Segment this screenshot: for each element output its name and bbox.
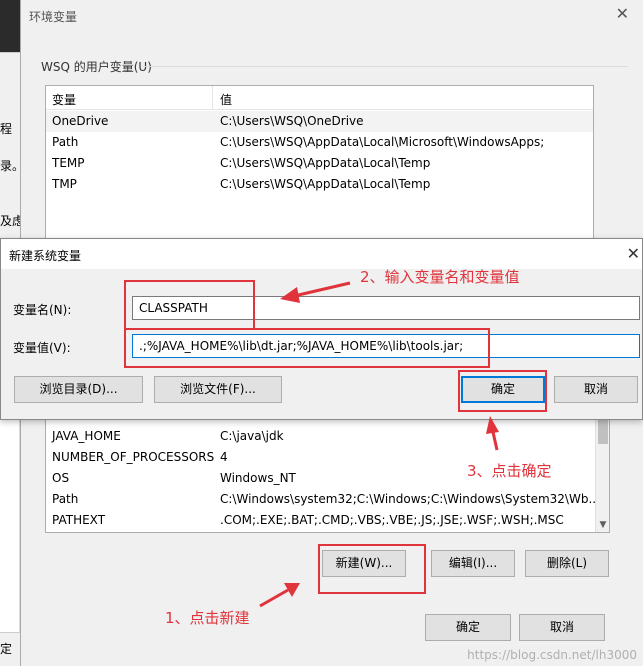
delete-button[interactable]: 删除(L)	[525, 550, 609, 577]
highlight-box-new	[318, 544, 426, 594]
highlight-box-variable-value	[124, 328, 490, 368]
variable-value-label: 变量值(V):	[13, 341, 71, 355]
row-name: OS	[52, 471, 70, 485]
close-icon[interactable]: ✕	[627, 244, 640, 263]
row-name: OneDrive	[52, 114, 109, 128]
row-value: 4	[220, 450, 228, 464]
env-cancel-button[interactable]: 取消	[519, 614, 605, 641]
row-value: Windows_NT	[220, 471, 296, 485]
row-name: JAVA_HOME	[52, 429, 121, 443]
background-text-fragment: 定	[0, 642, 13, 656]
table-row[interactable]: Path C:\Windows\system32;C:\Windows;C:\W…	[46, 489, 609, 510]
list-header: 变量 值	[46, 86, 593, 110]
row-name: Path	[52, 135, 79, 149]
table-row[interactable]: OneDrive C:\Users\WSQ\OneDrive	[46, 111, 593, 132]
row-value: C:\java\jdk	[220, 429, 284, 443]
column-separator	[212, 86, 213, 110]
row-value: C:\Users\WSQ\AppData\Local\Microsoft\Win…	[220, 135, 545, 149]
background-text-fragment: 程	[0, 122, 13, 136]
chevron-down-icon[interactable]: ▼	[596, 520, 610, 530]
row-value: C:\Users\WSQ\AppData\Local\Temp	[220, 177, 431, 191]
dialog-cancel-button[interactable]: 取消	[554, 376, 638, 403]
row-name: Path	[52, 492, 79, 506]
row-value: .COM;.EXE;.BAT;.CMD;.VBS;.VBE;.JS;.JSE;.…	[220, 513, 564, 527]
row-value: C:\Users\WSQ\AppData\Local\Temp	[220, 156, 431, 170]
group-divider	[143, 66, 628, 67]
window-title: 环境变量	[29, 10, 78, 24]
annotation-step-2: 2、输入变量名和变量值	[360, 268, 520, 286]
row-name: PATHEXT	[52, 513, 106, 527]
highlight-box-ok	[458, 370, 547, 412]
browse-directory-button[interactable]: 浏览目录(D)...	[14, 376, 143, 403]
row-name: NUMBER_OF_PROCESSORS	[52, 450, 215, 464]
annotation-step-3: 3、点击确定	[467, 462, 552, 480]
annotation-step-1: 1、点击新建	[165, 609, 250, 627]
variable-name-label: 变量名(N):	[13, 303, 72, 317]
table-row[interactable]: JAVA_HOME C:\java\jdk	[46, 426, 609, 447]
env-ok-button[interactable]: 确定	[425, 614, 511, 641]
dialog-titlebar: 新建系统变量 ✕	[1, 239, 642, 269]
table-row[interactable]: TEMP C:\Users\WSQ\AppData\Local\Temp	[46, 153, 593, 174]
column-header-variable[interactable]: 变量	[52, 91, 76, 108]
vertical-scrollbar[interactable]: ▼	[595, 406, 609, 532]
column-header-value[interactable]: 值	[220, 91, 232, 108]
row-value: C:\Windows\system32;C:\Windows;C:\Window…	[220, 492, 600, 506]
highlight-box-variable-name	[124, 280, 255, 330]
row-name: TMP	[52, 177, 77, 191]
user-variables-group-label: WSQ 的用户变量(U)	[41, 60, 152, 74]
dialog-title: 新建系统变量	[9, 249, 82, 263]
edit-button[interactable]: 编辑(I)...	[431, 550, 515, 577]
table-row[interactable]: Path C:\Users\WSQ\AppData\Local\Microsof…	[46, 132, 593, 153]
scrollbar-thumb[interactable]	[598, 420, 608, 444]
close-icon[interactable]: ✕	[616, 4, 629, 23]
background-window-titlebar	[0, 0, 20, 52]
row-value: C:\Users\WSQ\OneDrive	[220, 114, 364, 128]
user-variables-list[interactable]: 变量 值 OneDrive C:\Users\WSQ\OneDrive Path…	[45, 85, 594, 245]
browse-file-button[interactable]: 浏览文件(F)...	[154, 376, 282, 403]
table-row[interactable]: TMP C:\Users\WSQ\AppData\Local\Temp	[46, 174, 593, 195]
table-row[interactable]: PATHEXT .COM;.EXE;.BAT;.CMD;.VBS;.VBE;.J…	[46, 510, 609, 531]
row-name: TEMP	[52, 156, 85, 170]
watermark: https://blog.csdn.net/lh3000	[467, 648, 637, 662]
